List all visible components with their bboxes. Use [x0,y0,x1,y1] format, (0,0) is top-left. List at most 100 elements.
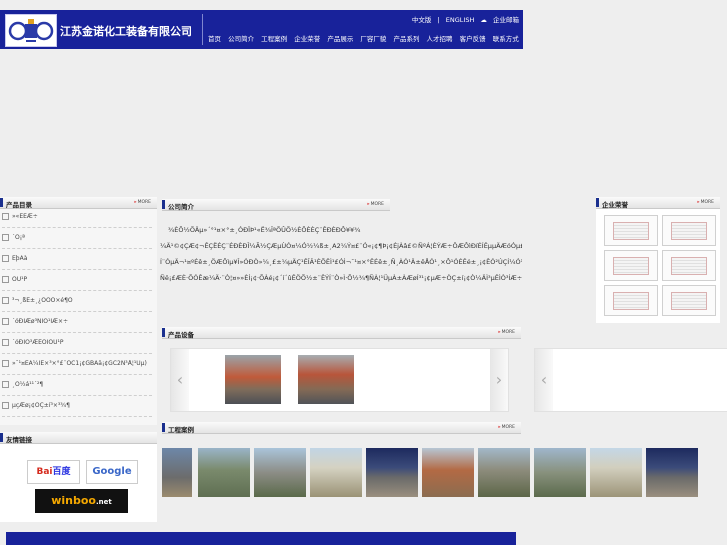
footer-bar [6,532,516,545]
case-photo[interactable] [162,448,192,497]
category-label: ´óÐÍÕ³ÆÈÖÎÓÙ¹P [12,339,64,346]
case-photo[interactable] [254,448,306,497]
category-label: ´Ó¡ª [12,234,25,241]
nav-about[interactable]: 公司简介 [228,35,254,43]
category-label: ¸Ö½á¹¹´²¶ [12,381,44,388]
chevron-right-icon[interactable]: › [490,349,508,411]
winboo-suffix: .net [96,498,112,506]
google-link[interactable]: Google [86,460,138,484]
winboo-logo: winboo [51,494,96,507]
category-item[interactable]: ´óÐÍÆø³ÑÎÓ¹ÎÆ×÷ [2,318,152,333]
case-photo[interactable] [534,448,586,497]
square-bullet-icon [2,318,9,325]
company-logo[interactable] [5,14,57,47]
honor-more-link[interactable]: MORE [697,200,714,205]
category-label: ´óÐÍÆø³ÑÎÓ¹ÎÆ×÷ [12,318,69,325]
case-photo[interactable] [198,448,250,497]
square-bullet-icon [2,255,9,262]
product-more-link[interactable]: MORE [134,200,151,205]
nav-cases[interactable]: 工程案例 [261,35,287,43]
equipment-photo[interactable] [225,355,281,404]
case-photo[interactable] [646,448,698,497]
about-text: ¾­ÈÕ½­ÕÄµ»´°¹¤×°±¸ÓÐÏÞ¹«Ë¾ÎªÕÛÕ½ÈÕÈÈÇ¨ÊÐ… [160,222,522,286]
certificate-image[interactable] [604,215,658,246]
category-item[interactable]: ´Ó¡ª [2,234,152,249]
baidu-link[interactable]: Bai百度 [27,460,80,484]
square-bullet-icon [2,381,9,388]
friend-links-panel: 友情链接 Bai百度 Google winboo.net [0,432,157,522]
certificate-image[interactable] [662,285,716,316]
cases-panel-header: 工程案例 MORE [162,422,521,434]
product-category-panel: 产品目录 MORE »«ÊÈÆ÷ ´Ó¡ª ÉþÀà ÔÙ¹P ³¬¸ßÈ±¸¿… [0,197,157,425]
about-line: ¾­ÈÕ½­ÕÄµ»´°¹¤×°±¸ÓÐÏÞ¹«Ë¾ÎªÕÛÕ½ÈÕÈÈÇ¨ÊÐ… [168,226,361,234]
equipment-photo[interactable] [298,355,354,404]
square-bullet-icon [2,234,9,241]
company-name: 江苏金诺化工装备有限公司 [60,25,192,38]
equipment-slider: ‹ › [170,348,509,412]
about-panel-title: 公司简介 [168,203,194,211]
mail-icon: ☁ [480,16,487,24]
category-label: ÔÙ¹P [12,276,28,283]
certificate-image[interactable] [604,250,658,281]
honor-panel-header: 企业荣誉 MORE [596,197,720,209]
case-photo[interactable] [310,448,362,497]
nav-jobs[interactable]: 人才招聘 [427,35,453,43]
winboo-link[interactable]: winboo.net [35,489,128,513]
category-label: µçÆø¡¢ÒÇ±í³×³¾¶ [12,402,70,409]
nav-products[interactable]: 产品展示 [327,35,353,43]
certificate-image[interactable] [604,285,658,316]
category-label: ÉþÀà [12,255,28,262]
case-photo[interactable] [590,448,642,497]
category-item[interactable]: ÔÙ¹P [2,276,152,291]
square-bullet-icon [2,213,9,220]
lang-separator: | [437,16,440,24]
category-item[interactable]: ¸Ö½á¹¹´²¶ [2,381,152,396]
enterprise-mail-link[interactable]: 企业邮箱 [493,16,519,24]
about-more-link[interactable]: MORE [367,202,384,207]
cases-more-link[interactable]: MORE [498,425,515,430]
nav-honors[interactable]: 企业荣誉 [294,35,320,43]
category-label: »«ÊÈÆ÷ [12,213,38,220]
product-panel-title: 产品目录 [6,201,32,209]
language-links: 中文版 | ENGLISH ☁ 企业邮箱 [408,14,519,24]
nav-home[interactable]: 首页 [208,35,221,43]
square-bullet-icon [2,297,9,304]
main-navigation: 首页 公司简介 工程案例 企业荣誉 产品展示 厂容厂貌 产品系列 人才招聘 客户… [208,33,524,43]
case-photo[interactable] [422,448,474,497]
category-label: ³¬¸ßÈ±¸¿ÕÕÖ×é¶Ô [12,297,73,304]
baidu-logo-latin: Bai [36,467,53,477]
square-bullet-icon [2,339,9,346]
google-logo: Google [92,466,132,477]
case-photo[interactable] [366,448,418,497]
honor-panel-title: 企业荣誉 [602,201,628,209]
about-panel-header: 公司简介 MORE [162,199,390,211]
equipment-more-link[interactable]: MORE [498,330,515,335]
lang-link-english[interactable]: ENGLISH [446,16,475,24]
chevron-left-icon[interactable]: ‹ [171,349,189,411]
equipment-panel-header: 产品设备 MORE [162,327,521,339]
case-photo[interactable] [478,448,530,497]
category-item[interactable]: »¯¹¤ÉÂ¼ÍÉ×³×°£¨ÓC1¡¢GBÂä¡¢GC2Ñ³Å¦¹Ùµ) [2,360,152,375]
category-item[interactable]: ´óÐÍÕ³ÆÈÖÎÓÙ¹P [2,339,152,354]
category-label: »¯¹¤ÉÂ¼ÍÉ×³×°£¨ÓC1¡¢GBÂä¡¢GC2Ñ³Å¦¹Ùµ) [12,360,147,367]
links-panel-header: 友情链接 [0,432,157,444]
category-item[interactable]: µçÆø¡¢ÒÇ±í³×³¾¶ [2,402,152,417]
nav-series[interactable]: 产品系列 [393,35,419,43]
category-item[interactable]: ÉþÀà [2,255,152,270]
nav-contact[interactable]: 联系方式 [493,35,519,43]
links-panel-title: 友情链接 [6,436,32,444]
about-line: Í¨ÓµÄ¬¹¤ºÉê±¸ÖÆÔìµ¥Î»ÓÐÒ»¼¸£±¼µÄÇ¹ÊÎÂ¹ÈÕ… [160,258,522,266]
certificate-image[interactable] [662,215,716,246]
lang-link-chinese[interactable]: 中文版 [412,16,432,24]
category-item[interactable]: ³¬¸ßÈ±¸¿ÕÕÖ×é¶Ô [2,297,152,312]
header-divider [202,14,203,45]
category-item[interactable]: »«ÊÈÆ÷ [2,213,152,228]
equipment-slider-secondary: ‹ [534,348,727,412]
nav-feedback[interactable]: 客户反馈 [460,35,486,43]
about-line: Ñë¡£ÆÈ·ÕÓÊæ¼Ä·¨Ò¦¤»»ÈÍ¡¢·ÕÀé¡¢´í´ûÊÖÕ½±¨… [160,274,522,282]
square-bullet-icon [2,402,9,409]
chevron-left-icon[interactable]: ‹ [535,349,553,411]
baidu-logo: 百度 [52,467,71,477]
nav-factory[interactable]: 厂容厂貌 [360,35,386,43]
certificate-image[interactable] [662,250,716,281]
